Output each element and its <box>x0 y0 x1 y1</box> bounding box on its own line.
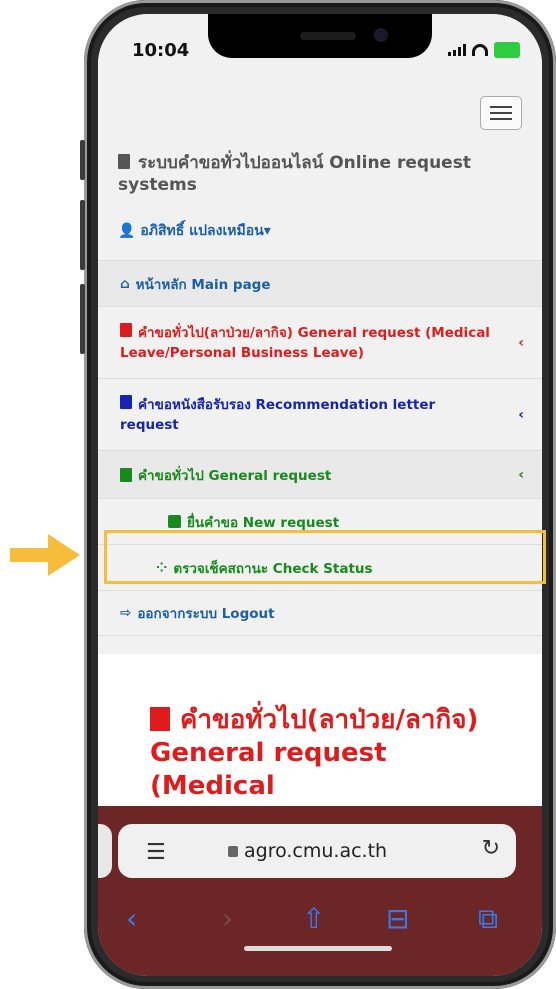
phone-volume-up <box>80 200 85 270</box>
menu-recommendation-label: คำขอหนังสือรับรอง Recommendation letter … <box>120 396 436 433</box>
previous-tab-pill[interactable] <box>98 824 112 878</box>
site-title: ระบบคำขอทั่วไปออนไลน์ Online request sys… <box>118 152 518 196</box>
user-menu-link[interactable]: 👤 อภิสิทธิ์ แปลงเหมือน▾ <box>118 220 271 242</box>
chevron-left-icon: ‹ <box>518 466 524 483</box>
document-icon <box>120 394 132 409</box>
tabs-icon[interactable]: ⧉ <box>478 902 498 936</box>
home-indicator <box>244 946 392 951</box>
menu-item-general-request[interactable]: คำขอทั่วไป General request ‹ <box>98 450 542 498</box>
home-icon: ⌂ <box>120 275 130 292</box>
menu-item-home[interactable]: ⌂ หน้าหลัก Main page <box>98 260 542 306</box>
share-icon[interactable]: ⇧ <box>302 902 325 935</box>
menu-item-general-leave[interactable]: คำขอทั่วไป(ลาป่วย/ลากิจ) General request… <box>98 306 542 378</box>
notch <box>208 14 432 58</box>
reader-icon[interactable]: ☰ <box>146 840 166 865</box>
back-icon[interactable]: ‹ <box>126 902 137 935</box>
chevron-left-icon: ‹ <box>518 406 524 423</box>
chevron-left-icon: ‹ <box>518 334 524 351</box>
phone-screen: 10:04 ระบบคำขอทั่วไปออนไลน์ Online reque… <box>98 14 542 976</box>
status-icons <box>448 42 520 58</box>
url-value: agro.cmu.ac.th <box>244 840 388 862</box>
forward-icon: › <box>222 902 234 935</box>
check-status-highlight <box>104 530 546 584</box>
document-icon <box>120 322 132 337</box>
camera-icon <box>374 28 388 42</box>
url-text: agro.cmu.ac.th <box>228 840 387 862</box>
page-heading: คำขอทั่วไป(ลาป่วย/ลากิจ) General request… <box>150 704 520 803</box>
document-icon <box>118 154 130 169</box>
signal-icon <box>448 44 466 56</box>
lock-icon <box>228 846 238 857</box>
battery-icon <box>494 42 520 58</box>
menu-general-request-label: คำขอทั่วไป General request <box>138 467 332 484</box>
document-icon <box>150 707 170 731</box>
user-icon: 👤 <box>118 223 136 239</box>
bookmarks-icon[interactable]: ⊟ <box>386 902 409 935</box>
edit-icon <box>168 515 181 528</box>
phone-side-button <box>80 140 85 180</box>
menu-general-leave-label: คำขอทั่วไป(ลาป่วย/ลากิจ) General request… <box>120 324 490 361</box>
browser-toolbar: ☰ agro.cmu.ac.th ↻ ‹ › ⇧ ⊟ ⧉ <box>98 806 542 976</box>
wifi-icon <box>472 44 488 56</box>
status-bar: 10:04 <box>98 14 542 86</box>
phone-volume-down <box>80 284 85 354</box>
address-bar[interactable]: ☰ agro.cmu.ac.th ↻ <box>118 824 516 878</box>
menu-item-recommendation[interactable]: คำขอหนังสือรับรอง Recommendation letter … <box>98 378 542 450</box>
pointer-arrow-icon <box>10 534 80 576</box>
reload-icon[interactable]: ↻ <box>482 836 500 861</box>
user-name: อภิสิทธิ์ แปลงเหมือน▾ <box>140 223 271 239</box>
menu-logout-label: ออกจากระบบ Logout <box>137 606 275 622</box>
logout-icon: ⇨ <box>120 605 132 621</box>
status-time: 10:04 <box>132 40 190 61</box>
menu-item-logout[interactable]: ⇨ ออกจากระบบ Logout <box>98 590 542 636</box>
hamburger-menu-button[interactable] <box>480 96 522 130</box>
site-title-text: ระบบคำขอทั่วไปออนไลน์ Online request sys… <box>118 153 471 195</box>
menu-home-label: หน้าหลัก Main page <box>135 276 271 293</box>
speaker <box>300 32 356 40</box>
page-heading-text: คำขอทั่วไป(ลาป่วย/ลากิจ) General request… <box>150 705 479 801</box>
document-icon <box>120 467 132 482</box>
